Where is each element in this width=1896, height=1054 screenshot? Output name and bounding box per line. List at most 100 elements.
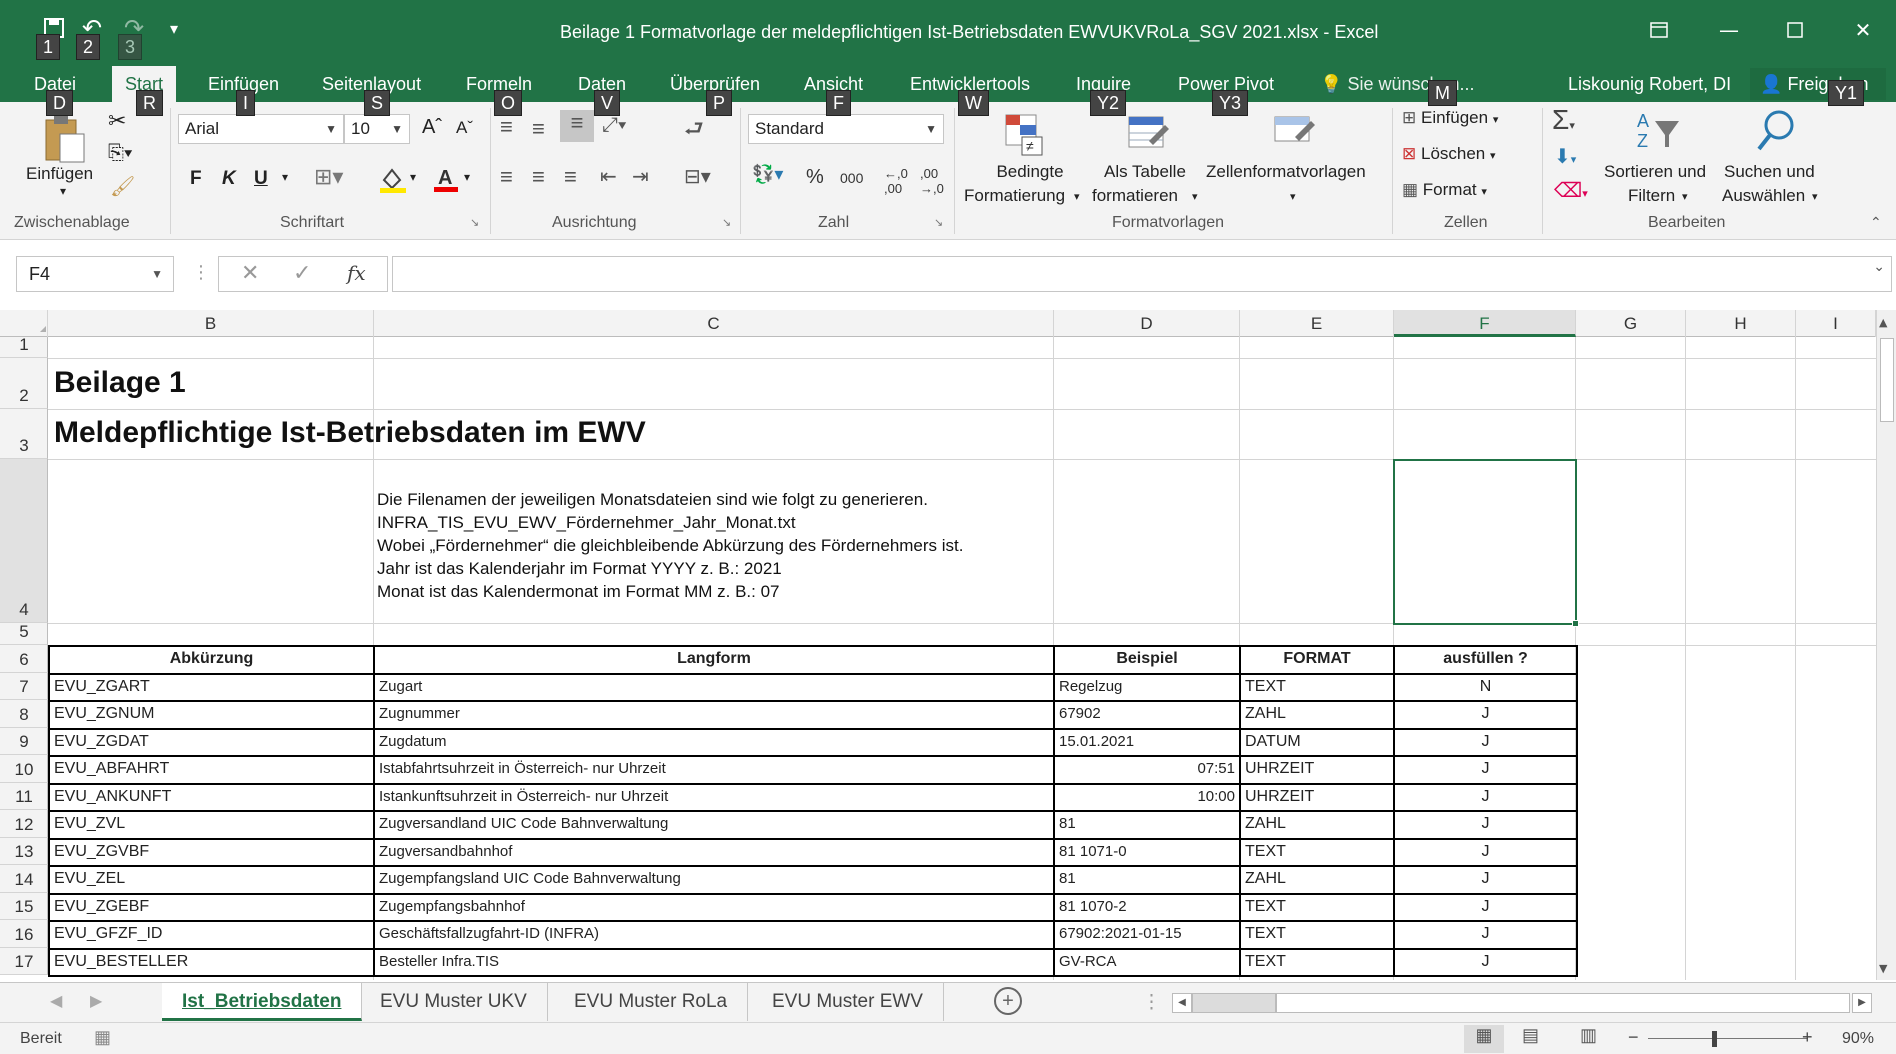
table-cell-fill-in[interactable]: J bbox=[1393, 700, 1578, 730]
column-header-h[interactable]: H bbox=[1686, 310, 1796, 337]
formula-input[interactable]: ⌄ bbox=[392, 256, 1892, 292]
tab-split-grip-icon[interactable]: ⋮ bbox=[1142, 991, 1161, 1014]
row-header[interactable]: 13 bbox=[0, 838, 48, 865]
increase-decimal-icon[interactable]: ←,0,00 bbox=[884, 166, 908, 196]
row-header[interactable]: 8 bbox=[0, 700, 48, 728]
cell-styles-icon[interactable] bbox=[1270, 110, 1318, 158]
customize-qat-icon[interactable]: ▾ bbox=[160, 14, 188, 42]
page-break-view-icon[interactable]: ▥ bbox=[1580, 1025, 1597, 1046]
collapse-ribbon-icon[interactable]: ⌃ bbox=[1870, 214, 1882, 231]
table-cell-format[interactable]: DATUM bbox=[1239, 728, 1395, 757]
table-cell-fill-in[interactable]: J bbox=[1393, 810, 1578, 840]
paste-label[interactable]: Einfügen bbox=[26, 164, 93, 184]
normal-view-icon[interactable]: ▦ bbox=[1464, 1025, 1504, 1053]
decrease-indent-icon[interactable]: ⇤ bbox=[600, 164, 617, 189]
sort-filter-label-1[interactable]: Sortieren und bbox=[1604, 162, 1706, 182]
chevron-down-icon[interactable]: ▾ bbox=[464, 170, 470, 184]
vertical-scrollbar[interactable]: ▲ ▼ bbox=[1876, 310, 1896, 980]
table-cell-fill-in[interactable]: J bbox=[1393, 865, 1578, 895]
font-color-icon[interactable]: A bbox=[432, 164, 460, 199]
search-icon[interactable] bbox=[1752, 106, 1800, 156]
conditional-formatting-label-2[interactable]: Formatierung bbox=[964, 186, 1065, 206]
column-header-e[interactable]: E bbox=[1240, 310, 1394, 337]
font-name-select[interactable]: Arial ▼ bbox=[178, 114, 344, 144]
tell-me-search[interactable]: 💡 Sie wünschen... bbox=[1310, 66, 1485, 102]
conditional-formatting-icon[interactable]: ≠ bbox=[1000, 110, 1048, 158]
accounting-format-icon[interactable]: 💱▾ bbox=[752, 164, 783, 185]
paste-icon[interactable] bbox=[40, 110, 88, 166]
increase-font-icon[interactable]: Aˆ bbox=[422, 116, 442, 139]
table-cell-abbreviation[interactable]: EVU_ANKUNFT bbox=[48, 783, 375, 812]
row-header[interactable]: 11 bbox=[0, 783, 48, 810]
enter-icon[interactable]: ✓ bbox=[293, 261, 311, 286]
zoom-level[interactable]: 90% bbox=[1842, 1030, 1874, 1048]
bold-button[interactable]: F bbox=[190, 168, 202, 190]
table-cell-abbreviation[interactable]: EVU_ZGDAT bbox=[48, 728, 375, 757]
fill-icon[interactable]: ⬇▾ bbox=[1554, 144, 1576, 169]
column-header-d[interactable]: D bbox=[1054, 310, 1240, 337]
horizontal-scroll-track[interactable] bbox=[1192, 993, 1276, 1013]
row-header[interactable]: 16 bbox=[0, 920, 48, 948]
row-header[interactable]: 1 bbox=[0, 335, 48, 358]
table-header-example[interactable]: Beispiel bbox=[1053, 645, 1241, 675]
user-name[interactable]: Liskounig Robert, DI bbox=[1568, 66, 1731, 102]
zoom-in-icon[interactable]: + bbox=[1802, 1027, 1813, 1048]
scroll-left-icon[interactable]: ◀ bbox=[1172, 993, 1192, 1013]
increase-indent-icon[interactable]: ⇥ bbox=[632, 164, 649, 189]
table-cell-example[interactable]: 10:00 bbox=[1053, 783, 1241, 812]
row-header[interactable]: 12 bbox=[0, 810, 48, 838]
table-cell-abbreviation[interactable]: EVU_ZGVBF bbox=[48, 838, 375, 867]
conditional-formatting-label-1[interactable]: Bedingte bbox=[990, 162, 1070, 182]
row-header[interactable]: 15 bbox=[0, 893, 48, 920]
horizontal-scroll-thumb[interactable] bbox=[1276, 993, 1850, 1013]
table-cell-format[interactable]: ZAHL bbox=[1239, 700, 1395, 730]
table-cell-long-form[interactable]: Zugversandland UIC Code Bahnverwaltung bbox=[373, 810, 1055, 840]
row-header[interactable]: 2 bbox=[0, 358, 48, 409]
table-cell-long-form[interactable]: Zugversandbahnhof bbox=[373, 838, 1055, 867]
table-cell-fill-in[interactable]: J bbox=[1393, 948, 1578, 977]
table-cell-long-form[interactable]: Geschäftsfallzugfahrt-ID (INFRA) bbox=[373, 920, 1055, 950]
close-icon[interactable]: ✕ bbox=[1840, 12, 1886, 48]
row-header[interactable]: 5 bbox=[0, 622, 48, 645]
align-center-icon[interactable]: ≡ bbox=[532, 164, 545, 190]
number-format-select[interactable]: Standard ▼ bbox=[748, 114, 944, 144]
table-cell-long-form[interactable]: Istankunftsuhrzeit in Österreich- nur Uh… bbox=[373, 783, 1055, 812]
scroll-down-icon[interactable]: ▼ bbox=[1879, 962, 1887, 975]
find-select-label-2[interactable]: Auswählen bbox=[1722, 186, 1805, 206]
macro-record-icon[interactable]: ▦ bbox=[94, 1027, 111, 1048]
dialog-launcher-icon[interactable]: ↘ bbox=[934, 216, 943, 229]
table-cell-fill-in[interactable]: J bbox=[1393, 728, 1578, 757]
table-cell-long-form[interactable]: Besteller Infra.TIS bbox=[373, 948, 1055, 977]
sheet-title[interactable]: Beilage 1 bbox=[54, 366, 186, 400]
chevron-down-icon[interactable]: ▾ bbox=[1290, 190, 1296, 203]
table-cell-long-form[interactable]: Istabfahrtsuhrzeit in Österreich- nur Uh… bbox=[373, 755, 1055, 785]
table-header-long-form[interactable]: Langform bbox=[373, 645, 1055, 675]
table-cell-fill-in[interactable]: J bbox=[1393, 755, 1578, 785]
table-cell-long-form[interactable]: Zugnummer bbox=[373, 700, 1055, 730]
table-cell-fill-in[interactable]: J bbox=[1393, 920, 1578, 950]
clear-icon[interactable]: ⌫▾ bbox=[1554, 178, 1588, 203]
row-header[interactable]: 6 bbox=[0, 645, 48, 673]
table-cell-example[interactable]: 81 1070-2 bbox=[1053, 893, 1241, 922]
table-cell-abbreviation[interactable]: EVU_ZEL bbox=[48, 865, 375, 895]
row-header[interactable]: 7 bbox=[0, 673, 48, 700]
chevron-down-icon[interactable]: ▾ bbox=[1812, 190, 1818, 203]
align-right-icon[interactable]: ≡ bbox=[564, 164, 577, 190]
wrap-text-icon[interactable]: ⮐ bbox=[684, 112, 704, 150]
sort-filter-label-2[interactable]: Filtern bbox=[1628, 186, 1675, 206]
sheet-tab-evu-muster-rola[interactable]: EVU Muster RoLa bbox=[554, 983, 749, 1021]
row-header[interactable]: 10 bbox=[0, 755, 48, 783]
table-cell-format[interactable]: TEXT bbox=[1239, 948, 1395, 977]
sheet-tab-ist-betriebsdaten[interactable]: Ist_Betriebsdaten bbox=[162, 983, 363, 1021]
select-all-corner[interactable] bbox=[0, 310, 48, 337]
next-sheet-icon[interactable]: ▶ bbox=[90, 991, 102, 1011]
table-cell-format[interactable]: ZAHL bbox=[1239, 810, 1395, 840]
table-cell-format[interactable]: TEXT bbox=[1239, 893, 1395, 922]
cut-icon[interactable]: ✂ bbox=[108, 108, 126, 134]
column-header-b[interactable]: B bbox=[48, 310, 374, 337]
thousands-separator-icon[interactable]: 000 bbox=[840, 170, 863, 186]
filename-notes[interactable]: Die Filenamen der jeweiligen Monatsdatei… bbox=[377, 488, 964, 603]
table-cell-long-form[interactable]: Zugempfangsbahnhof bbox=[373, 893, 1055, 922]
insert-function-icon[interactable]: fx bbox=[347, 261, 366, 285]
worksheet-grid[interactable]: B C D E F G H I 1 2 3 4 5 6 7 8 9 10 11 … bbox=[0, 310, 1876, 980]
